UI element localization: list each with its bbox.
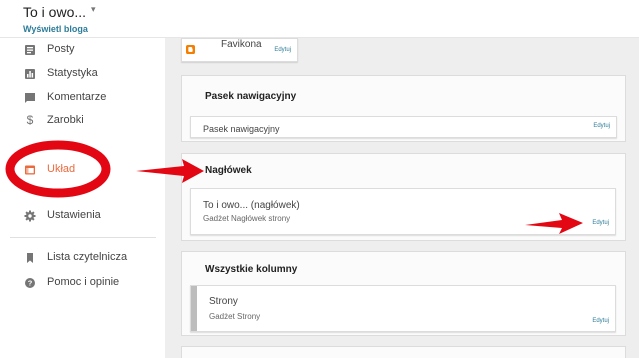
comments-icon [25, 93, 35, 103]
navbar-gadget[interactable]: Pasek nawigacyjny Edytuj [190, 116, 617, 138]
bookmark-icon [27, 253, 33, 263]
sidebar-item-label: Posty [47, 43, 75, 55]
sidebar-item-label: Komentarze [47, 91, 107, 103]
section-title: Nagłówek [205, 165, 252, 176]
pages-gadget[interactable]: Strony Gadżet Strony Edytuj [190, 285, 616, 332]
edit-link[interactable]: Edytuj [592, 220, 609, 226]
sidebar-item-earnings[interactable]: $ Zarobki [0, 110, 165, 132]
sidebar-item-label: Pomoc i opinie [47, 276, 120, 288]
sidebar-item-label: Ustawienia [47, 209, 101, 221]
gadget-subtitle: Gadżet Strony [209, 312, 261, 321]
sidebar-item-posts[interactable]: Posty [0, 39, 165, 61]
gadget-title: Strony [209, 296, 238, 307]
sidebar-item-reading-list[interactable]: Lista czytelnicza [0, 247, 165, 269]
next-section [181, 346, 626, 358]
gadget-title: Pasek nawigacyjny [203, 124, 280, 134]
sidebar-item-layout[interactable]: Układ [0, 159, 165, 181]
sidebar: Posty Statystyka Komentarze $ Zarobki Uk… [0, 38, 165, 358]
posts-icon [25, 45, 35, 55]
top-bar: To i owo... ▾ Wyświetl bloga [0, 0, 639, 38]
sidebar-item-help[interactable]: ? Pomoc i opinie [0, 272, 165, 294]
blogger-icon [186, 45, 195, 54]
section-title: Wszystkie kolumny [205, 264, 298, 275]
edit-link[interactable]: Edytuj [274, 47, 291, 53]
header-gadget[interactable]: To i owo... (nagłówek) Gadżet Nagłówek s… [190, 188, 616, 235]
navbar-section: Pasek nawigacyjny Pasek nawigacyjny Edyt… [181, 75, 626, 142]
sidebar-item-label: Statystyka [47, 67, 98, 79]
edit-link[interactable]: Edytuj [592, 318, 609, 324]
view-blog-link[interactable]: Wyświetl bloga [23, 24, 88, 34]
sidebar-item-label: Układ [47, 163, 76, 175]
svg-text:?: ? [28, 279, 33, 288]
sidebar-item-stats[interactable]: Statystyka [0, 63, 165, 85]
favicon-title: Favikona [221, 39, 262, 50]
stats-icon [25, 69, 35, 79]
drag-handle[interactable] [191, 286, 197, 331]
help-icon: ? [25, 278, 35, 288]
sidebar-item-label: Zarobki [47, 114, 84, 126]
header-section: Nagłówek To i owo... (nagłówek) Gadżet N… [181, 153, 626, 241]
blog-title[interactable]: To i owo... [23, 4, 86, 20]
layout-icon [25, 165, 35, 175]
edit-link[interactable]: Edytuj [593, 123, 610, 129]
gadget-title: To i owo... (nagłówek) [203, 200, 300, 211]
blogger-layout-screen: To i owo... ▾ Wyświetl bloga Posty Staty… [0, 0, 639, 358]
sidebar-item-label: Lista czytelnicza [47, 251, 128, 263]
chevron-down-icon[interactable]: ▾ [91, 4, 96, 15]
gadget-subtitle: Gadżet Nagłówek strony [203, 214, 291, 223]
section-title: Pasek nawigacyjny [205, 91, 297, 102]
sidebar-item-settings[interactable]: Ustawienia [0, 205, 165, 227]
gear-icon [24, 210, 36, 222]
columns-section: Wszystkie kolumny Strony Gadżet Strony E… [181, 251, 626, 336]
sidebar-item-comments[interactable]: Komentarze [0, 87, 165, 109]
divider [10, 237, 156, 238]
dollar-icon: $ [26, 113, 34, 127]
favicon-gadget[interactable]: Favikona Edytuj [181, 38, 298, 62]
